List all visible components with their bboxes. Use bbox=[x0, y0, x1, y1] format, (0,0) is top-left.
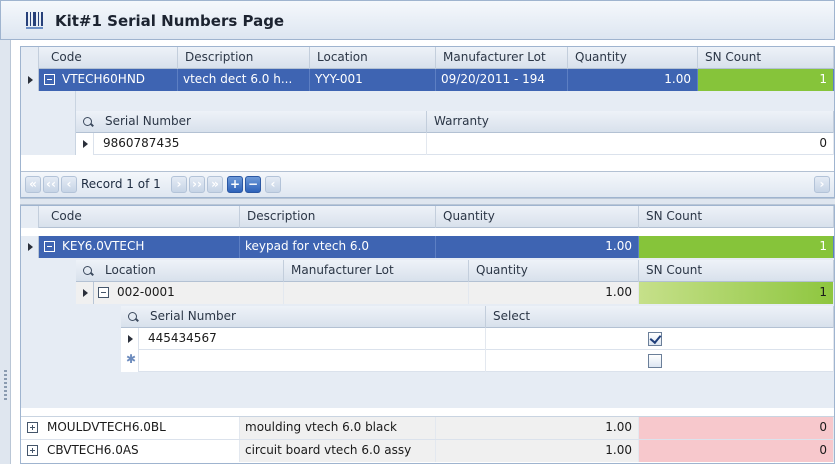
column-header-manufacturer-lot[interactable]: Manufacturer Lot bbox=[436, 47, 568, 69]
table-row[interactable]: MOULDVTECH6.0BL moulding vtech 6.0 black… bbox=[21, 416, 834, 439]
column-header-serial-number[interactable]: Serial Number bbox=[98, 111, 427, 133]
quantity-cell[interactable]: 1.00 bbox=[436, 440, 639, 462]
page-title: Kit#1 Serial Numbers Page bbox=[55, 12, 285, 30]
serial-detail-header: Serial Number Select bbox=[121, 306, 834, 328]
column-header-manufacturer-lot[interactable]: Manufacturer Lot bbox=[284, 260, 469, 282]
component-items-grid: Code Description Quantity SN Count KEY6.… bbox=[20, 205, 835, 464]
next-page-button[interactable]: ›› bbox=[189, 176, 205, 193]
code-cell[interactable]: CBVTECH6.0AS bbox=[42, 440, 240, 462]
row-indicator-header bbox=[21, 47, 39, 69]
location-cell[interactable]: YYY-001 bbox=[310, 69, 436, 91]
row-indicator-header bbox=[21, 206, 39, 228]
barcode-icon bbox=[26, 12, 43, 29]
row-indicator[interactable] bbox=[76, 282, 94, 304]
window-title-bar: Kit#1 Serial Numbers Page bbox=[0, 0, 835, 40]
quantity-cell[interactable]: 1.00 bbox=[469, 282, 639, 304]
column-header-code[interactable]: Code bbox=[44, 47, 178, 69]
select-checkbox[interactable] bbox=[648, 354, 662, 368]
grid-header: Code Description Location Manufacturer L… bbox=[21, 47, 834, 69]
search-icon[interactable] bbox=[83, 266, 92, 275]
kit-items-grid: Code Description Location Manufacturer L… bbox=[20, 46, 835, 198]
sn-count-cell[interactable]: 1 bbox=[639, 282, 834, 304]
previous-page-button[interactable]: ‹‹ bbox=[43, 176, 59, 193]
previous-record-button[interactable]: ‹ bbox=[61, 176, 77, 193]
table-row[interactable]: KEY6.0VTECH keypad for vtech 6.0 1.00 1 bbox=[21, 236, 834, 258]
location-detail-header: Location Manufacturer Lot Quantity SN Co… bbox=[76, 260, 834, 282]
serial-number-cell[interactable] bbox=[143, 350, 486, 372]
left-splitter[interactable] bbox=[0, 40, 11, 464]
delete-record-button[interactable]: − bbox=[245, 176, 261, 193]
column-header-quantity[interactable]: Quantity bbox=[469, 260, 639, 282]
column-header-description[interactable]: Description bbox=[178, 47, 310, 69]
code-cell[interactable]: MOULDVTECH6.0BL bbox=[42, 417, 240, 439]
table-row[interactable]: 445434567 bbox=[121, 328, 834, 350]
row-indicator[interactable] bbox=[121, 328, 139, 350]
description-cell[interactable]: vtech dect 6.0 h... bbox=[178, 69, 310, 91]
column-header-location[interactable]: Location bbox=[98, 260, 284, 282]
sn-count-cell[interactable]: 0 bbox=[639, 417, 834, 439]
column-header-sn-count[interactable]: SN Count bbox=[698, 47, 834, 69]
column-header-quantity[interactable]: Quantity bbox=[568, 47, 698, 69]
search-icon[interactable] bbox=[83, 117, 92, 126]
manufacturer-lot-cell[interactable] bbox=[284, 282, 469, 304]
scroll-left-button[interactable]: ‹ bbox=[265, 176, 281, 193]
asterisk-icon: ✱ bbox=[126, 352, 137, 366]
next-record-button[interactable]: › bbox=[171, 176, 187, 193]
description-cell[interactable]: moulding vtech 6.0 black bbox=[240, 417, 436, 439]
grid-header: Code Description Quantity SN Count bbox=[21, 206, 834, 228]
description-cell[interactable]: circuit board vtech 6.0 assy bbox=[240, 440, 436, 462]
last-record-button[interactable]: » bbox=[207, 176, 223, 193]
sn-count-cell[interactable]: 1 bbox=[698, 69, 834, 91]
search-icon[interactable] bbox=[128, 312, 137, 321]
expand-icon[interactable] bbox=[27, 422, 38, 433]
add-record-button[interactable]: + bbox=[227, 176, 243, 193]
warranty-cell[interactable]: 0 bbox=[427, 133, 834, 155]
select-cell bbox=[486, 350, 834, 372]
column-header-quantity[interactable]: Quantity bbox=[436, 206, 639, 228]
record-position-text: Record 1 of 1 bbox=[81, 177, 161, 191]
select-cell bbox=[486, 328, 834, 350]
location-cell[interactable]: 002-0001 bbox=[112, 282, 284, 304]
sn-count-cell[interactable]: 0 bbox=[639, 440, 834, 462]
table-row[interactable]: CBVTECH6.0AS circuit board vtech 6.0 ass… bbox=[21, 439, 834, 462]
detail-header: Serial Number Warranty bbox=[76, 111, 834, 133]
column-header-select[interactable]: Select bbox=[486, 306, 834, 328]
collapse-icon[interactable] bbox=[44, 74, 55, 85]
code-cell[interactable]: VTECH60HND bbox=[57, 69, 178, 91]
column-header-sn-count[interactable]: SN Count bbox=[639, 206, 834, 228]
row-indicator[interactable] bbox=[76, 133, 94, 155]
quantity-cell[interactable]: 1.00 bbox=[568, 69, 698, 91]
table-row[interactable]: 9860787435 0 bbox=[76, 133, 834, 155]
description-cell[interactable]: keypad for vtech 6.0 bbox=[240, 236, 436, 258]
quantity-cell[interactable]: 1.00 bbox=[436, 236, 639, 258]
quantity-cell[interactable]: 1.00 bbox=[436, 417, 639, 439]
row-indicator[interactable] bbox=[21, 236, 39, 258]
first-record-button[interactable]: « bbox=[25, 176, 41, 193]
column-header-code[interactable]: Code bbox=[44, 206, 240, 228]
sn-count-cell[interactable]: 1 bbox=[639, 236, 834, 258]
serial-number-cell[interactable]: 9860787435 bbox=[98, 133, 427, 155]
collapse-icon[interactable] bbox=[44, 241, 55, 252]
column-header-serial-number[interactable]: Serial Number bbox=[143, 306, 486, 328]
row-indicator[interactable] bbox=[21, 69, 39, 91]
serial-number-cell[interactable]: 445434567 bbox=[143, 328, 486, 350]
horizontal-splitter[interactable] bbox=[20, 198, 835, 205]
table-row[interactable]: 002-0001 1.00 1 bbox=[76, 282, 834, 304]
expand-icon[interactable] bbox=[27, 445, 38, 456]
collapse-icon[interactable] bbox=[98, 287, 109, 298]
select-checkbox[interactable] bbox=[648, 332, 662, 346]
column-header-warranty[interactable]: Warranty bbox=[427, 111, 834, 133]
code-cell[interactable]: KEY6.0VTECH bbox=[57, 236, 240, 258]
record-navigator: « ‹‹ ‹ Record 1 of 1 › ›› » + − ‹ › bbox=[21, 171, 834, 197]
new-row[interactable]: ✱ bbox=[121, 350, 834, 372]
scroll-right-button[interactable]: › bbox=[814, 176, 830, 193]
column-header-description[interactable]: Description bbox=[240, 206, 436, 228]
manufacturer-lot-cell[interactable]: 09/20/2011 - 194 bbox=[436, 69, 568, 91]
new-row-indicator[interactable]: ✱ bbox=[121, 350, 139, 372]
table-row[interactable]: VTECH60HND vtech dect 6.0 h... YYY-001 0… bbox=[21, 69, 834, 91]
column-header-sn-count[interactable]: SN Count bbox=[639, 260, 834, 282]
column-header-location[interactable]: Location bbox=[310, 47, 436, 69]
